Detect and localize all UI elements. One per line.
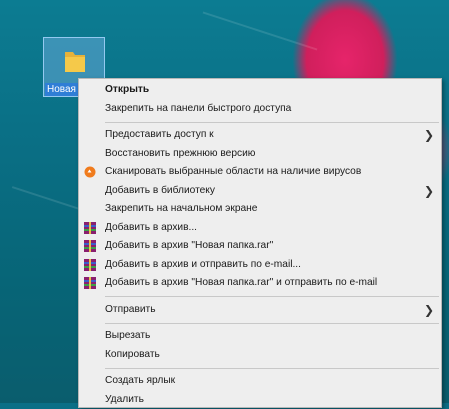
- menu-item-label: Добавить в архив "Новая папка.rar": [105, 240, 273, 251]
- menu-item-3-1[interactable]: Копировать: [79, 346, 441, 365]
- menu-item-label: Добавить в библиотеку: [105, 185, 215, 196]
- menu-item-label: Восстановить прежнюю версию: [105, 148, 255, 159]
- chevron-right-icon: ❯: [424, 301, 434, 320]
- menu-item-1-2[interactable]: Сканировать выбранные области на наличие…: [79, 163, 441, 182]
- menu-item-1-6[interactable]: Добавить в архив "Новая папка.rar": [79, 237, 441, 256]
- folder-icon: [60, 46, 90, 76]
- menu-item-0-1[interactable]: Закрепить на панели быстрого доступа: [79, 100, 441, 119]
- menu-item-1-1[interactable]: Восстановить прежнюю версию: [79, 145, 441, 164]
- winrar-icon: [84, 222, 96, 234]
- menu-item-1-5[interactable]: Добавить в архив...: [79, 219, 441, 238]
- context-menu: Открыть Закрепить на панели быстрого дост…: [78, 78, 442, 408]
- menu-item-label: Добавить в архив и отправить по e-mail..…: [105, 259, 301, 270]
- menu-item-label: Добавить в архив "Новая папка.rar" и отп…: [105, 277, 377, 288]
- winrar-icon: [84, 240, 96, 252]
- menu-separator: [105, 368, 439, 369]
- menu-item-4-1[interactable]: Удалить: [79, 391, 441, 409]
- menu-item-label: Открыть: [105, 84, 149, 95]
- winrar-icon: [84, 259, 96, 271]
- menu-item-1-0[interactable]: Предоставить доступ к ❯: [79, 126, 441, 145]
- menu-item-label: Создать ярлык: [105, 375, 175, 386]
- menu-item-0-0[interactable]: Открыть: [79, 81, 441, 100]
- menu-item-label: Сканировать выбранные области на наличие…: [105, 166, 361, 177]
- menu-item-label: Копировать: [105, 349, 160, 360]
- menu-item-label: Отправить: [105, 304, 156, 315]
- wallpaper-streak: [203, 12, 318, 51]
- menu-item-4-0[interactable]: Создать ярлык: [79, 372, 441, 391]
- menu-item-1-7[interactable]: Добавить в архив и отправить по e-mail..…: [79, 256, 441, 275]
- menu-separator: [105, 122, 439, 123]
- menu-item-1-8[interactable]: Добавить в архив "Новая папка.rar" и отп…: [79, 274, 441, 293]
- menu-item-label: Вырезать: [105, 330, 150, 341]
- antivirus-icon: [84, 166, 96, 178]
- menu-item-label: Предоставить доступ к: [105, 129, 214, 140]
- menu-separator: [105, 296, 439, 297]
- menu-item-2-0[interactable]: Отправить ❯: [79, 301, 441, 320]
- menu-item-3-0[interactable]: Вырезать: [79, 327, 441, 346]
- menu-item-label: Добавить в архив...: [105, 222, 197, 233]
- menu-item-1-4[interactable]: Закрепить на начальном экране: [79, 200, 441, 219]
- chevron-right-icon: ❯: [424, 182, 434, 201]
- chevron-right-icon: ❯: [424, 126, 434, 145]
- winrar-icon: [84, 277, 96, 289]
- menu-item-label: Закрепить на начальном экране: [105, 203, 257, 214]
- menu-separator: [105, 323, 439, 324]
- menu-item-label: Закрепить на панели быстрого доступа: [105, 103, 291, 114]
- menu-item-1-3[interactable]: Добавить в библиотеку ❯: [79, 182, 441, 201]
